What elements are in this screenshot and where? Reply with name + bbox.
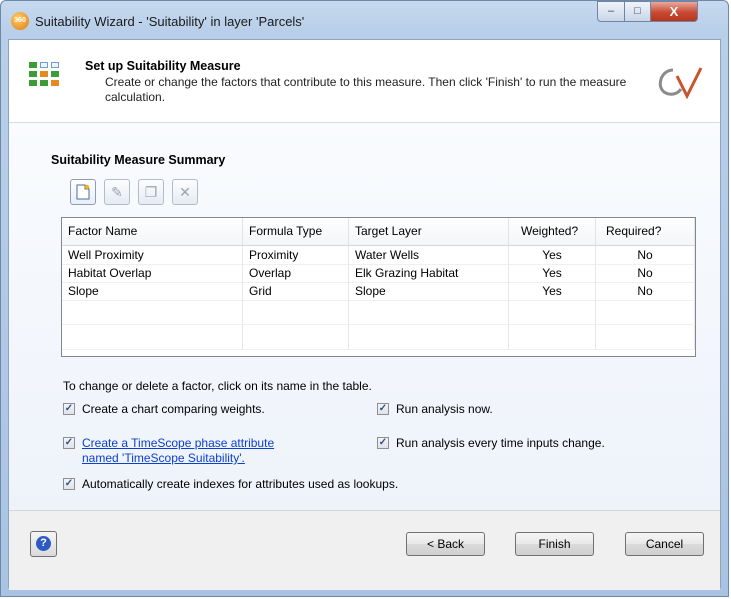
timescope-checkbox[interactable]: ✓	[63, 437, 75, 449]
minimize-button[interactable]: –	[597, 1, 625, 22]
run-every-checkbox[interactable]: ✓	[377, 437, 389, 449]
empty-cell	[243, 325, 349, 349]
copy-factor-button[interactable]: ❐	[138, 179, 164, 205]
factor-table[interactable]: Factor Name Formula Type Target Layer We…	[61, 217, 696, 357]
close-button[interactable]: X	[650, 1, 698, 22]
copy-factor-icon: ❐	[144, 184, 158, 200]
weighted-cell: Yes	[509, 246, 596, 264]
required-cell: No	[596, 282, 695, 300]
indexes-checkbox[interactable]: ✓	[63, 478, 75, 490]
wizard-footer: ? < Back Finish Cancel	[9, 510, 720, 590]
cv-logo-icon	[658, 67, 703, 100]
indexes-label[interactable]: Automatically create indexes for attribu…	[82, 477, 398, 492]
delete-factor-button[interactable]: ✕	[172, 179, 198, 205]
chart-label[interactable]: Create a chart comparing weights.	[82, 402, 265, 417]
run-every-label[interactable]: Run analysis every time inputs change.	[396, 436, 605, 451]
window-title: Suitability Wizard - 'Suitability' in la…	[35, 14, 305, 29]
factor-name-cell[interactable]: Habitat Overlap	[62, 264, 243, 282]
column-header-required[interactable]: Required?	[596, 218, 695, 245]
chart-checkbox[interactable]: ✓	[63, 403, 75, 415]
section-title: Suitability Measure Summary	[51, 153, 226, 167]
empty-cell	[62, 300, 243, 324]
column-header-target-layer[interactable]: Target Layer	[349, 218, 509, 245]
app-icon: 360	[11, 12, 29, 30]
new-factor-icon	[76, 184, 90, 200]
edit-factor-icon: ✎	[111, 184, 123, 200]
cancel-button[interactable]: Cancel	[625, 532, 704, 556]
empty-cell	[62, 325, 243, 349]
target-layer-cell: Water Wells	[349, 246, 509, 264]
table-row[interactable]: Habitat Overlap Overlap Elk Grazing Habi…	[62, 264, 695, 283]
table-header: Factor Name Formula Type Target Layer We…	[62, 218, 695, 246]
table-row[interactable]: Slope Grid Slope Yes No	[62, 282, 695, 301]
target-layer-cell: Elk Grazing Habitat	[349, 264, 509, 282]
maximize-button[interactable]: □	[624, 1, 651, 22]
formula-type-cell: Grid	[243, 282, 349, 300]
required-cell: No	[596, 246, 695, 264]
header-title: Set up Suitability Measure	[85, 59, 241, 73]
wizard-content: Suitability Measure Summary ✎ ❐ ✕ Factor…	[9, 123, 720, 510]
edit-factor-button[interactable]: ✎	[104, 179, 130, 205]
empty-cell	[509, 300, 596, 324]
target-layer-cell: Slope	[349, 282, 509, 300]
table-empty-row	[62, 325, 695, 350]
empty-cell	[596, 300, 695, 324]
new-factor-button[interactable]	[70, 179, 96, 205]
wizard-client-area: Set up Suitability Measure Create or cha…	[8, 39, 721, 590]
empty-cell	[243, 300, 349, 324]
factor-name-cell[interactable]: Well Proximity	[62, 246, 243, 264]
required-cell: No	[596, 264, 695, 282]
table-row[interactable]: Well Proximity Proximity Water Wells Yes…	[62, 246, 695, 265]
finish-button[interactable]: Finish	[515, 532, 594, 556]
header-description: Create or change the factors that contri…	[105, 75, 627, 104]
column-header-weighted[interactable]: Weighted?	[509, 218, 596, 245]
weighted-cell: Yes	[509, 264, 596, 282]
timescope-link-line2[interactable]: named 'TimeScope Suitability'.	[82, 451, 245, 466]
help-button[interactable]: ?	[30, 531, 57, 557]
empty-cell	[509, 325, 596, 349]
column-header-formula-type[interactable]: Formula Type	[243, 218, 349, 245]
back-button[interactable]: < Back	[406, 532, 485, 556]
delete-factor-icon: ✕	[179, 184, 191, 200]
table-hint: To change or delete a factor, click on i…	[63, 379, 372, 393]
column-header-factor-name[interactable]: Factor Name	[62, 218, 243, 245]
formula-type-cell: Overlap	[243, 264, 349, 282]
wizard-window: 360 Suitability Wizard - 'Suitability' i…	[0, 0, 729, 597]
empty-cell	[349, 300, 509, 324]
run-now-label[interactable]: Run analysis now.	[396, 402, 493, 417]
grid-factors-icon	[29, 62, 61, 92]
title-bar[interactable]: 360 Suitability Wizard - 'Suitability' i…	[1, 1, 728, 39]
empty-cell	[349, 325, 509, 349]
wizard-header: Set up Suitability Measure Create or cha…	[9, 40, 720, 123]
help-icon: ?	[36, 536, 51, 551]
weighted-cell: Yes	[509, 282, 596, 300]
timescope-link-line1[interactable]: Create a TimeScope phase attribute	[82, 436, 274, 451]
factor-name-cell[interactable]: Slope	[62, 282, 243, 300]
empty-cell	[596, 325, 695, 349]
run-now-checkbox[interactable]: ✓	[377, 403, 389, 415]
formula-type-cell: Proximity	[243, 246, 349, 264]
table-empty-row	[62, 300, 695, 325]
